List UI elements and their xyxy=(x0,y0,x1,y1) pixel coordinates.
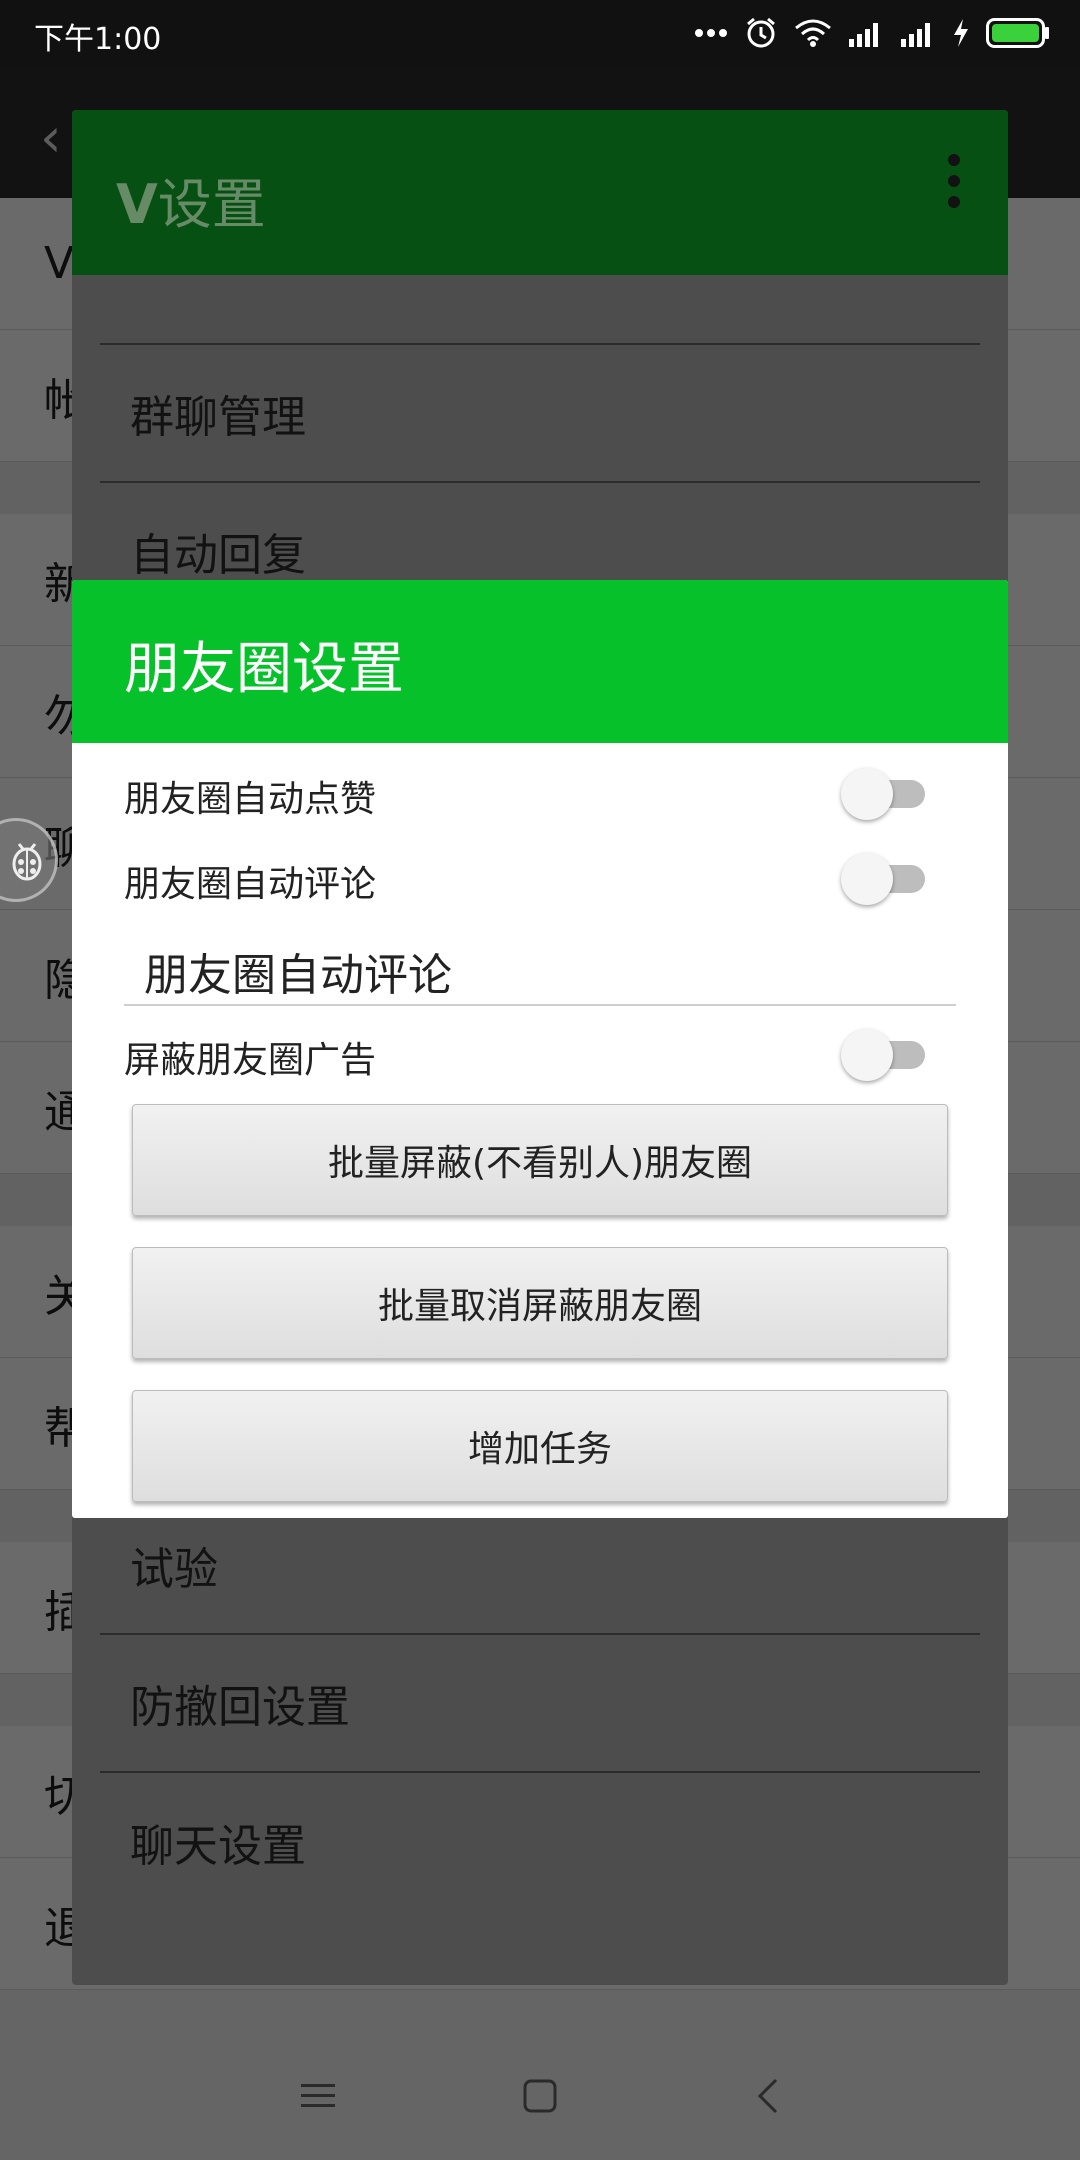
auto-like-switch[interactable] xyxy=(841,768,927,820)
back-icon[interactable] xyxy=(738,2066,798,2126)
moments-settings-dialog: 朋友圈设置 朋友圈自动点赞 朋友圈自动评论 屏蔽朋友圈广告 批量屏蔽(不看别人)… xyxy=(72,580,1008,1518)
screen: 下午1:00 ‹ V 帐 新 勿 聊 隐 通 关 帮 插 切 V设置 群聊管理 … xyxy=(0,0,1080,2160)
navigation-bar xyxy=(0,2030,1080,2160)
add-task-button[interactable]: 增加任务 xyxy=(132,1390,948,1502)
batch-unblock-moments-button[interactable]: 批量取消屏蔽朋友圈 xyxy=(132,1247,948,1359)
status-time: 下午1:00 xyxy=(34,22,162,57)
moments-settings-header: 朋友圈设置 xyxy=(72,580,1008,743)
signal-icon xyxy=(848,19,884,47)
status-bar: 下午1:00 xyxy=(0,0,1080,66)
toggle-label: 朋友圈自动点赞 xyxy=(124,779,377,820)
batch-block-moments-button[interactable]: 批量屏蔽(不看别人)朋友圈 xyxy=(132,1104,948,1216)
toggle-label: 朋友圈自动评论 xyxy=(124,864,377,905)
charging-icon xyxy=(952,18,970,48)
menu-icon[interactable] xyxy=(288,2066,348,2126)
more-dots-icon xyxy=(694,28,728,38)
toggle-row-block-ads: 屏蔽朋友圈广告 xyxy=(72,1017,1008,1091)
toggle-row-auto-comment: 朋友圈自动评论 xyxy=(72,841,1008,915)
moments-settings-title: 朋友圈设置 xyxy=(124,637,404,702)
auto-comment-text-field[interactable] xyxy=(124,938,956,1006)
block-ads-switch[interactable] xyxy=(841,1029,927,1081)
signal-icon xyxy=(900,19,936,47)
auto-comment-switch[interactable] xyxy=(841,853,927,905)
alarm-icon xyxy=(744,16,778,50)
wifi-icon xyxy=(794,18,832,48)
status-icons xyxy=(694,12,1050,54)
battery-icon xyxy=(986,18,1050,48)
toggle-row-auto-like: 朋友圈自动点赞 xyxy=(72,756,1008,830)
toggle-label: 屏蔽朋友圈广告 xyxy=(124,1040,377,1081)
home-icon[interactable] xyxy=(510,2066,570,2126)
